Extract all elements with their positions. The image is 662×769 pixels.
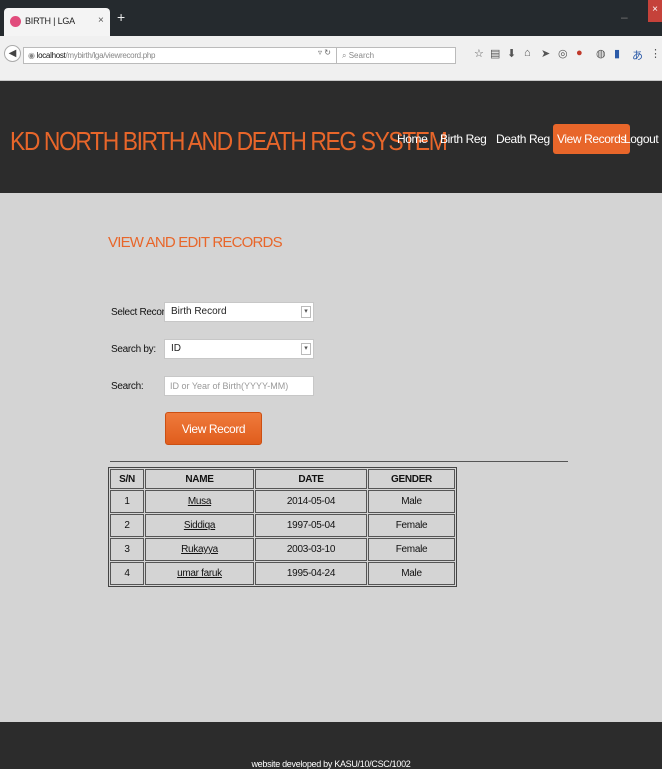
cell-gender: Male: [368, 562, 455, 585]
site-footer: website developed by KASU/10/CSC/1002: [0, 722, 662, 769]
search-icon: ⌕: [342, 51, 349, 60]
table-row: 1 Musa 2014-05-04 Male: [110, 490, 455, 513]
record-link[interactable]: umar faruk: [177, 568, 222, 579]
cell-date: 1995-04-24: [255, 562, 367, 585]
site-header: KD NORTH BIRTH AND DEATH REG SYSTEM Home…: [0, 81, 662, 193]
cell-date: 1997-05-04: [255, 514, 367, 537]
view-record-button[interactable]: View Record: [165, 412, 262, 445]
browser-tab-bar: BIRTH | LGA × + – ×: [0, 0, 662, 36]
record-link[interactable]: Musa: [188, 496, 212, 507]
cell-date: 2003-03-10: [255, 538, 367, 561]
shield-icon[interactable]: ▮: [614, 47, 620, 60]
favicon-icon: [10, 16, 21, 27]
column-header: S/N: [110, 469, 144, 489]
tab-title: BIRTH | LGA: [25, 16, 75, 26]
nav-home[interactable]: Home: [397, 132, 428, 146]
column-header: GENDER: [368, 469, 455, 489]
cell-sn: 4: [110, 562, 144, 585]
nav-death-reg[interactable]: Death Reg: [496, 132, 550, 146]
send-icon[interactable]: ➤: [541, 47, 550, 60]
search-by-label: Search by:: [111, 344, 156, 355]
bookmarks-icon[interactable]: ▤: [490, 47, 500, 60]
bookmark-star-icon[interactable]: ☆: [474, 47, 484, 60]
table-row: 2 Siddiqa 1997-05-04 Female: [110, 514, 455, 537]
search-by-dropdown[interactable]: ID ▾: [164, 339, 314, 359]
page-title: VIEW AND EDIT RECORDS: [108, 234, 283, 251]
table-row: 4 umar faruk 1995-04-24 Male: [110, 562, 455, 585]
browser-tab[interactable]: BIRTH | LGA ×: [4, 8, 110, 36]
back-arrow-icon[interactable]: ◀: [4, 45, 21, 62]
search-label: Search:: [111, 381, 144, 392]
cell-date: 2014-05-04: [255, 490, 367, 513]
browser-search-placeholder: Search: [348, 51, 375, 60]
chevron-down-icon: ▾: [301, 306, 311, 318]
download-icon[interactable]: ⬇: [507, 47, 516, 60]
cell-gender: Female: [368, 538, 455, 561]
menu-icon[interactable]: ⋮: [650, 47, 661, 60]
record-link[interactable]: Rukayya: [181, 544, 218, 555]
window-close-icon[interactable]: ×: [648, 0, 662, 22]
table-row: 3 Rukayya 2003-03-10 Female: [110, 538, 455, 561]
lock-icon: ◉: [28, 51, 37, 60]
chevron-down-icon: ▾: [301, 343, 311, 355]
browser-nav-bar: ◀ ◉ localhost/mybirth/lga/viewrecord.php…: [0, 36, 662, 81]
browser-search-bar[interactable]: ⌕ Search: [336, 47, 456, 64]
footer-credit: website developed by KASU/10/CSC/1002: [251, 759, 411, 769]
address-bar[interactable]: ◉ localhost/mybirth/lga/viewrecord.php: [23, 47, 337, 64]
nav-logout[interactable]: Logout: [624, 132, 659, 146]
new-tab-icon[interactable]: +: [117, 9, 125, 25]
cell-name: Musa: [145, 490, 254, 513]
select-record-value: Birth Record: [171, 306, 227, 317]
column-header: DATE: [255, 469, 367, 489]
reload-icon[interactable]: ▿ ↻: [318, 48, 331, 57]
minimize-icon[interactable]: –: [621, 10, 628, 24]
cell-gender: Male: [368, 490, 455, 513]
cell-name: umar faruk: [145, 562, 254, 585]
divider: [110, 461, 568, 462]
home-icon[interactable]: ⌂: [524, 47, 531, 59]
nav-birth-reg[interactable]: Birth Reg: [440, 132, 487, 146]
tab-close-icon[interactable]: ×: [98, 15, 104, 26]
records-table: S/N NAME DATE GENDER 1 Musa 2014-05-04 M…: [108, 467, 457, 587]
column-header: NAME: [145, 469, 254, 489]
extension-icon[interactable]: ◍: [596, 47, 606, 60]
translate-icon[interactable]: あ: [632, 47, 643, 63]
url-host: localhost: [36, 51, 66, 60]
record-link[interactable]: Siddiqa: [184, 520, 216, 531]
cell-sn: 1: [110, 490, 144, 513]
addon-icon[interactable]: ●: [576, 47, 583, 59]
search-input[interactable]: [164, 376, 314, 396]
cell-sn: 3: [110, 538, 144, 561]
site-brand: KD NORTH BIRTH AND DEATH REG SYSTEM: [10, 126, 448, 156]
nav-view-records[interactable]: View Records: [553, 124, 631, 154]
pocket-icon[interactable]: ◎: [558, 47, 568, 60]
cell-sn: 2: [110, 514, 144, 537]
url-path: /mybirth/lga/viewrecord.php: [65, 51, 156, 60]
cell-name: Siddiqa: [145, 514, 254, 537]
search-by-value: ID: [171, 343, 181, 354]
select-record-dropdown[interactable]: Birth Record ▾: [164, 302, 314, 322]
cell-gender: Female: [368, 514, 455, 537]
cell-name: Rukayya: [145, 538, 254, 561]
table-header-row: S/N NAME DATE GENDER: [110, 469, 455, 489]
